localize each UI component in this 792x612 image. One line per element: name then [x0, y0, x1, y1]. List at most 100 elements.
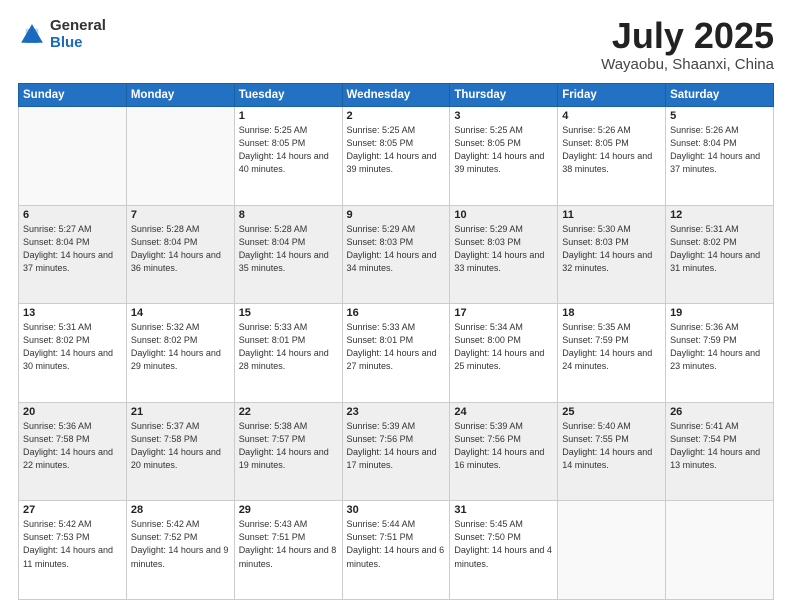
table-row: 7 Sunrise: 5:28 AM Sunset: 8:04 PM Daylig…: [126, 205, 234, 304]
day-info: Sunrise: 5:35 AM Sunset: 7:59 PM Dayligh…: [562, 321, 661, 373]
day-info: Sunrise: 5:32 AM Sunset: 8:02 PM Dayligh…: [131, 321, 230, 373]
logo-general-text: General: [50, 18, 106, 35]
table-row: 4Sunrise: 5:26 AM Sunset: 8:05 PM Daylig…: [558, 107, 666, 206]
calendar-week-3: 13 Sunrise: 5:31 AM Sunset: 8:02 PM Dayli…: [19, 304, 774, 403]
table-row: 17Sunrise: 5:34 AM Sunset: 8:00 PM Dayli…: [450, 304, 558, 403]
table-row: 25Sunrise: 5:40 AM Sunset: 7:55 PM Dayli…: [558, 402, 666, 501]
day-number: 14: [131, 307, 230, 319]
table-row: 18 Sunrise: 5:35 AM Sunset: 7:59 PM Dayli…: [558, 304, 666, 403]
table-row: 27 Sunrise: 5:42 AM Sunset: 7:53 PM Dayli…: [19, 501, 127, 600]
logo: General Blue: [18, 18, 106, 51]
day-info: Sunrise: 5:25 AM Sunset: 8:05 PM Dayligh…: [454, 124, 553, 176]
table-row: 12 Sunrise: 5:31 AM Sunset: 8:02 PM Dayli…: [666, 205, 774, 304]
day-info: Sunrise: 5:40 AM Sunset: 7:55 PM Dayligh…: [562, 420, 661, 472]
table-row: 28 Sunrise: 5:42 AM Sunset: 7:52 PM Dayli…: [126, 501, 234, 600]
day-number: 18: [562, 307, 661, 319]
day-info: Sunrise: 5:44 AM Sunset: 7:51 PM Dayligh…: [347, 518, 446, 570]
table-row: 19 Sunrise: 5:36 AM Sunset: 7:59 PM Dayli…: [666, 304, 774, 403]
day-number: 12: [670, 209, 769, 221]
day-info: Sunrise: 5:25 AM Sunset: 8:05 PM Dayligh…: [347, 124, 446, 176]
col-tuesday: Tuesday: [234, 84, 342, 107]
day-info: Sunrise: 5:45 AM Sunset: 7:50 PM Dayligh…: [454, 518, 553, 570]
table-row: 6Sunrise: 5:27 AM Sunset: 8:04 PM Daylig…: [19, 205, 127, 304]
day-info: Sunrise: 5:39 AM Sunset: 7:56 PM Dayligh…: [347, 420, 446, 472]
day-number: 24: [454, 406, 553, 418]
table-row: [19, 107, 127, 206]
table-row: 10Sunrise: 5:29 AM Sunset: 8:03 PM Dayli…: [450, 205, 558, 304]
day-info: Sunrise: 5:31 AM Sunset: 8:02 PM Dayligh…: [23, 321, 122, 373]
day-number: 1: [239, 110, 338, 122]
table-row: 3 Sunrise: 5:25 AM Sunset: 8:05 PM Daylig…: [450, 107, 558, 206]
table-row: 2 Sunrise: 5:25 AM Sunset: 8:05 PM Daylig…: [342, 107, 450, 206]
col-friday: Friday: [558, 84, 666, 107]
table-row: 20 Sunrise: 5:36 AM Sunset: 7:58 PM Dayli…: [19, 402, 127, 501]
day-number: 20: [23, 406, 122, 418]
table-row: 24 Sunrise: 5:39 AM Sunset: 7:56 PM Dayli…: [450, 402, 558, 501]
day-info: Sunrise: 5:31 AM Sunset: 8:02 PM Dayligh…: [670, 223, 769, 275]
day-info: Sunrise: 5:42 AM Sunset: 7:52 PM Dayligh…: [131, 518, 230, 570]
table-row: 15 Sunrise: 5:33 AM Sunset: 8:01 PM Dayli…: [234, 304, 342, 403]
day-info: Sunrise: 5:41 AM Sunset: 7:54 PM Dayligh…: [670, 420, 769, 472]
calendar-week-1: 1 Sunrise: 5:25 AM Sunset: 8:05 PM Daylig…: [19, 107, 774, 206]
col-wednesday: Wednesday: [342, 84, 450, 107]
day-info: Sunrise: 5:37 AM Sunset: 7:58 PM Dayligh…: [131, 420, 230, 472]
day-number: 9: [347, 209, 446, 221]
day-info: Sunrise: 5:28 AM Sunset: 8:04 PM Dayligh…: [131, 223, 230, 275]
table-row: 31Sunrise: 5:45 AM Sunset: 7:50 PM Dayli…: [450, 501, 558, 600]
day-info: Sunrise: 5:36 AM Sunset: 7:59 PM Dayligh…: [670, 321, 769, 373]
day-number: 10: [454, 209, 553, 221]
col-saturday: Saturday: [666, 84, 774, 107]
table-row: 11 Sunrise: 5:30 AM Sunset: 8:03 PM Dayli…: [558, 205, 666, 304]
table-row: 8 Sunrise: 5:28 AM Sunset: 8:04 PM Daylig…: [234, 205, 342, 304]
table-row: 21Sunrise: 5:37 AM Sunset: 7:58 PM Dayli…: [126, 402, 234, 501]
day-number: 16: [347, 307, 446, 319]
day-number: 4: [562, 110, 661, 122]
day-info: Sunrise: 5:30 AM Sunset: 8:03 PM Dayligh…: [562, 223, 661, 275]
day-number: 3: [454, 110, 553, 122]
day-number: 23: [347, 406, 446, 418]
table-row: 13 Sunrise: 5:31 AM Sunset: 8:02 PM Dayli…: [19, 304, 127, 403]
calendar-week-2: 6Sunrise: 5:27 AM Sunset: 8:04 PM Daylig…: [19, 205, 774, 304]
table-row: 29 Sunrise: 5:43 AM Sunset: 7:51 PM Dayli…: [234, 501, 342, 600]
day-info: Sunrise: 5:39 AM Sunset: 7:56 PM Dayligh…: [454, 420, 553, 472]
table-row: [666, 501, 774, 600]
day-info: Sunrise: 5:33 AM Sunset: 8:01 PM Dayligh…: [239, 321, 338, 373]
day-number: 26: [670, 406, 769, 418]
table-row: [126, 107, 234, 206]
day-info: Sunrise: 5:43 AM Sunset: 7:51 PM Dayligh…: [239, 518, 338, 570]
table-row: [558, 501, 666, 600]
day-number: 6: [23, 209, 122, 221]
table-row: 5 Sunrise: 5:26 AM Sunset: 8:04 PM Daylig…: [666, 107, 774, 206]
day-number: 2: [347, 110, 446, 122]
table-row: 16 Sunrise: 5:33 AM Sunset: 8:01 PM Dayli…: [342, 304, 450, 403]
weekday-header-row: Sunday Monday Tuesday Wednesday Thursday…: [19, 84, 774, 107]
day-info: Sunrise: 5:36 AM Sunset: 7:58 PM Dayligh…: [23, 420, 122, 472]
day-number: 19: [670, 307, 769, 319]
day-info: Sunrise: 5:26 AM Sunset: 8:04 PM Dayligh…: [670, 124, 769, 176]
day-info: Sunrise: 5:33 AM Sunset: 8:01 PM Dayligh…: [347, 321, 446, 373]
calendar-title: July 2025: [601, 18, 774, 54]
day-info: Sunrise: 5:42 AM Sunset: 7:53 PM Dayligh…: [23, 518, 122, 570]
day-info: Sunrise: 5:28 AM Sunset: 8:04 PM Dayligh…: [239, 223, 338, 275]
table-row: 9Sunrise: 5:29 AM Sunset: 8:03 PM Daylig…: [342, 205, 450, 304]
table-row: 1Sunrise: 5:25 AM Sunset: 8:05 PM Daylig…: [234, 107, 342, 206]
day-number: 15: [239, 307, 338, 319]
calendar-week-5: 27 Sunrise: 5:42 AM Sunset: 7:53 PM Dayli…: [19, 501, 774, 600]
day-number: 7: [131, 209, 230, 221]
day-number: 17: [454, 307, 553, 319]
table-row: 30Sunrise: 5:44 AM Sunset: 7:51 PM Dayli…: [342, 501, 450, 600]
day-number: 13: [23, 307, 122, 319]
header: General Blue July 2025 Wayaobu, Shaanxi,…: [18, 18, 774, 73]
logo-icon: [18, 21, 46, 49]
day-number: 11: [562, 209, 661, 221]
day-number: 8: [239, 209, 338, 221]
table-row: 23 Sunrise: 5:39 AM Sunset: 7:56 PM Dayli…: [342, 402, 450, 501]
table-row: 22Sunrise: 5:38 AM Sunset: 7:57 PM Dayli…: [234, 402, 342, 501]
day-info: Sunrise: 5:38 AM Sunset: 7:57 PM Dayligh…: [239, 420, 338, 472]
day-number: 5: [670, 110, 769, 122]
day-number: 28: [131, 504, 230, 516]
day-number: 29: [239, 504, 338, 516]
col-monday: Monday: [126, 84, 234, 107]
day-number: 27: [23, 504, 122, 516]
col-sunday: Sunday: [19, 84, 127, 107]
